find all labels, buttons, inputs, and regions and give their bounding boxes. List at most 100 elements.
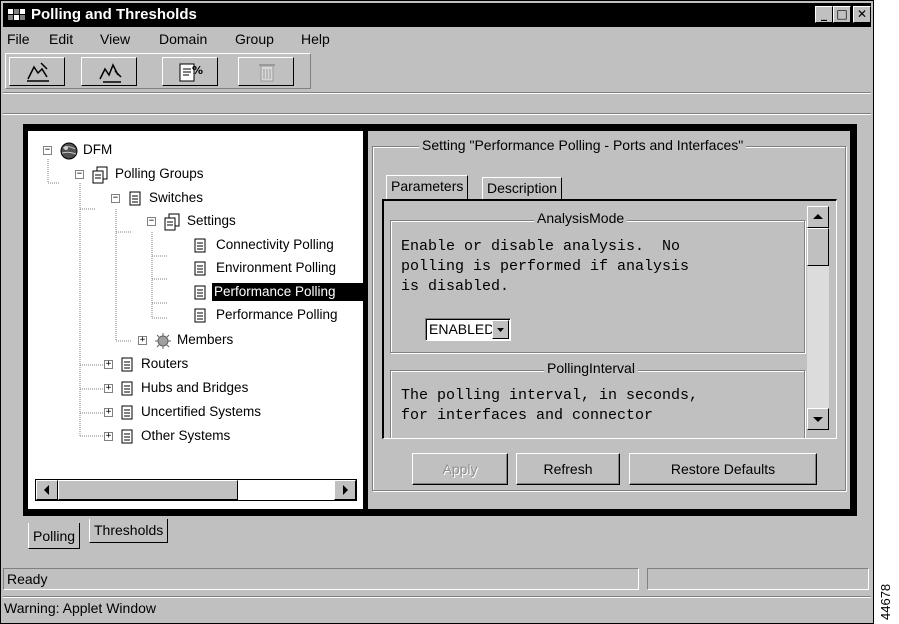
document-icon (194, 261, 206, 276)
tree-item-label: Performance Polling (212, 283, 363, 301)
tab-parameters[interactable]: Parameters (386, 175, 469, 199)
content-vertical-scrollbar[interactable] (807, 206, 829, 430)
tree-item-label: Polling Groups (115, 166, 204, 181)
tree-item-other-systems[interactable]: + Other Systems (28, 427, 363, 447)
tree-item-switches[interactable]: − Switches (28, 189, 363, 209)
tree-item-performance-polling[interactable]: Performance Polling (28, 306, 363, 326)
chevron-down-icon (497, 328, 504, 332)
expand-toggle-icon[interactable]: + (104, 408, 113, 417)
edit-polling-icon (27, 62, 49, 82)
select-value: ENABLED (429, 321, 495, 337)
restore-defaults-button[interactable]: Restore Defaults (629, 453, 817, 485)
expand-toggle-icon[interactable]: + (104, 360, 113, 369)
tab-description[interactable]: Description (482, 177, 563, 199)
scroll-right-button[interactable] (334, 480, 356, 500)
tree-item-settings[interactable]: − Settings (28, 212, 363, 232)
tree-item-routers[interactable]: + Routers (28, 355, 363, 375)
edit-thresholds-icon (99, 63, 122, 83)
groups-icon (164, 213, 180, 231)
document-icon (194, 285, 206, 300)
menu-group[interactable]: Group (235, 31, 274, 47)
close-button[interactable]: ✕ (853, 6, 871, 23)
arrow-left-icon (44, 485, 49, 495)
collapse-toggle-icon[interactable]: − (75, 170, 84, 179)
analysis-line-3: is disabled. (401, 278, 510, 295)
applet-warning: Warning: Applet Window (4, 600, 156, 616)
tree-item-label: DFM (83, 142, 113, 157)
scroll-down-button[interactable] (807, 408, 829, 430)
delete-button[interactable] (238, 57, 294, 86)
arrow-right-icon (343, 485, 348, 495)
tree-item-label: Performance Polling (216, 307, 338, 322)
document-icon (194, 238, 206, 253)
apply-button[interactable]: Apply (412, 453, 508, 485)
tree-panel[interactable]: − DFM − Polling Groups − Switches − Sett… (28, 131, 363, 509)
expand-toggle-icon[interactable]: + (104, 432, 113, 441)
dropdown-button[interactable] (492, 320, 509, 339)
tree-item-label: Uncertified Systems (141, 404, 262, 419)
polling-interval-legend: PollingInterval (544, 360, 638, 376)
analysis-line-2: polling is performed if analysis (401, 258, 690, 275)
tree-item-hubs-and-bridges[interactable]: + Hubs and Bridges (28, 379, 363, 399)
status-divider (3, 596, 871, 598)
tree-item-polling-groups[interactable]: − Polling Groups (28, 165, 363, 185)
setting-heading: Setting "Performance Polling - Ports and… (419, 137, 747, 153)
expand-toggle-icon[interactable]: + (138, 336, 147, 345)
menu-help[interactable]: Help (301, 31, 330, 47)
collapse-toggle-icon[interactable]: − (111, 194, 120, 203)
document-icon (121, 429, 133, 444)
arrow-up-icon (813, 214, 823, 219)
document-icon (121, 405, 133, 420)
app-icon (7, 8, 27, 21)
status-right-panel (647, 568, 869, 590)
analysis-mode-select[interactable]: ENABLED (425, 318, 511, 341)
tree-item-dfm[interactable]: − DFM (28, 141, 363, 161)
refresh-button[interactable]: Refresh (516, 453, 620, 485)
edit-polling-button[interactable] (9, 57, 65, 86)
tree-item-performance-polling-selected[interactable]: Performance Polling (28, 283, 363, 303)
scroll-left-button[interactable] (36, 480, 58, 500)
maximize-button[interactable]: □ (833, 6, 851, 23)
expand-toggle-icon[interactable]: + (104, 384, 113, 393)
tree-item-members[interactable]: + Members (28, 331, 363, 351)
menu-domain[interactable]: Domain (159, 31, 207, 47)
scroll-thumb[interactable] (58, 480, 238, 500)
scroll-up-button[interactable] (807, 206, 829, 228)
content-divider (3, 113, 871, 115)
menu-edit[interactable]: Edit (49, 31, 73, 47)
document-icon (194, 308, 206, 323)
tree-item-uncertified-systems[interactable]: + Uncertified Systems (28, 403, 363, 423)
tree-item-label: Members (177, 332, 234, 347)
minimize-button[interactable]: _ (815, 6, 833, 23)
document-icon (121, 381, 133, 396)
members-icon (155, 333, 171, 349)
scroll-thumb[interactable] (807, 228, 829, 266)
toolbar-divider (3, 92, 871, 94)
menu-bar: File Edit View Domain Group Help (3, 28, 871, 50)
tree-item-label: Environment Polling (216, 260, 337, 275)
tree-item-label: Connectivity Polling (216, 237, 334, 252)
copy-settings-button[interactable]: % (162, 57, 218, 86)
document-icon (129, 191, 141, 206)
tree-horizontal-scrollbar[interactable] (35, 479, 357, 501)
groups-icon (92, 166, 108, 184)
document-icon (121, 357, 133, 372)
tree-item-environment-polling[interactable]: Environment Polling (28, 259, 363, 279)
collapse-toggle-icon[interactable]: − (147, 217, 156, 226)
toolbar: % (5, 53, 311, 89)
globe-icon (60, 142, 78, 160)
tree-item-connectivity-polling[interactable]: Connectivity Polling (28, 236, 363, 256)
tab-thresholds[interactable]: Thresholds (89, 519, 169, 543)
collapse-toggle-icon[interactable]: − (43, 146, 52, 155)
analysis-mode-legend: AnalysisMode (534, 210, 628, 226)
edit-thresholds-button[interactable] (81, 57, 137, 86)
menu-view[interactable]: View (100, 31, 130, 47)
title-bar[interactable]: Polling and Thresholds _ □ ✕ (3, 3, 871, 27)
delete-icon (259, 64, 275, 82)
analysis-line-1: Enable or disable analysis. No (401, 238, 681, 255)
status-text: Ready (3, 568, 639, 590)
svg-text:%: % (192, 64, 203, 77)
tab-polling[interactable]: Polling (28, 523, 81, 549)
tree-item-label: Routers (141, 356, 189, 371)
menu-file[interactable]: File (7, 31, 30, 47)
